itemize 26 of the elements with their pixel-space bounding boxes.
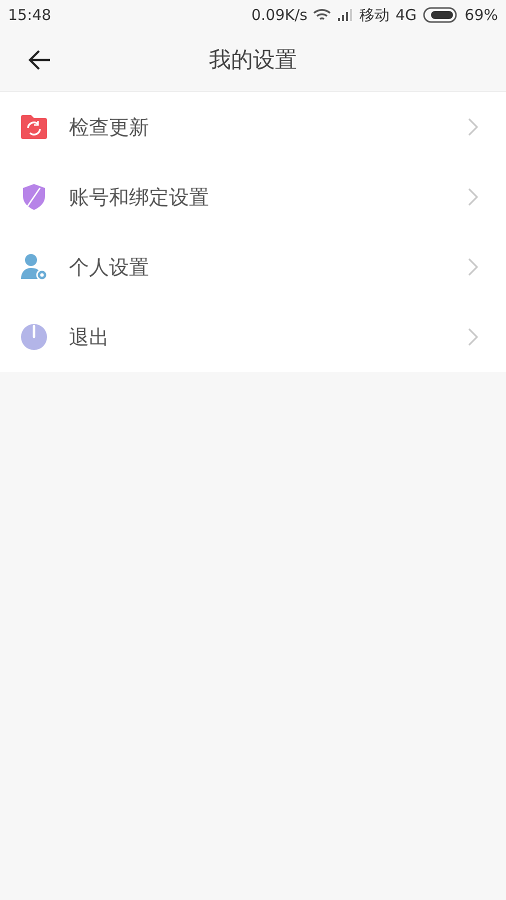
page-title: 我的设置 <box>209 47 297 75</box>
row-label: 个人设置 <box>69 254 149 281</box>
network-type: 4G <box>395 4 417 26</box>
chevron-right-icon <box>468 188 478 206</box>
row-label: 账号和绑定设置 <box>69 184 209 211</box>
signal-icon <box>337 9 354 21</box>
row-label: 检查更新 <box>69 114 149 141</box>
carrier-name: 移动 <box>359 4 390 26</box>
refresh-folder-icon <box>20 114 48 140</box>
power-icon <box>20 323 48 351</box>
row-label: 退出 <box>69 324 109 351</box>
settings-row[interactable]: 退出 <box>0 302 506 372</box>
settings-row[interactable]: 账号和绑定设置 <box>0 162 506 232</box>
shield-icon <box>21 183 47 211</box>
chevron-right-icon <box>468 328 478 346</box>
settings-row[interactable]: 检查更新 <box>0 92 506 162</box>
battery-level: 69% <box>464 4 498 26</box>
network-speed: 0.09K/s <box>251 4 308 26</box>
battery-icon <box>422 7 459 23</box>
chevron-right-icon <box>468 118 478 136</box>
status-time: 15:48 <box>8 4 52 26</box>
settings-row[interactable]: 个人设置 <box>0 232 506 302</box>
user-gear-icon <box>20 253 48 281</box>
chevron-right-icon <box>468 258 478 276</box>
wifi-icon <box>313 8 332 22</box>
back-arrow-icon[interactable] <box>28 49 52 71</box>
